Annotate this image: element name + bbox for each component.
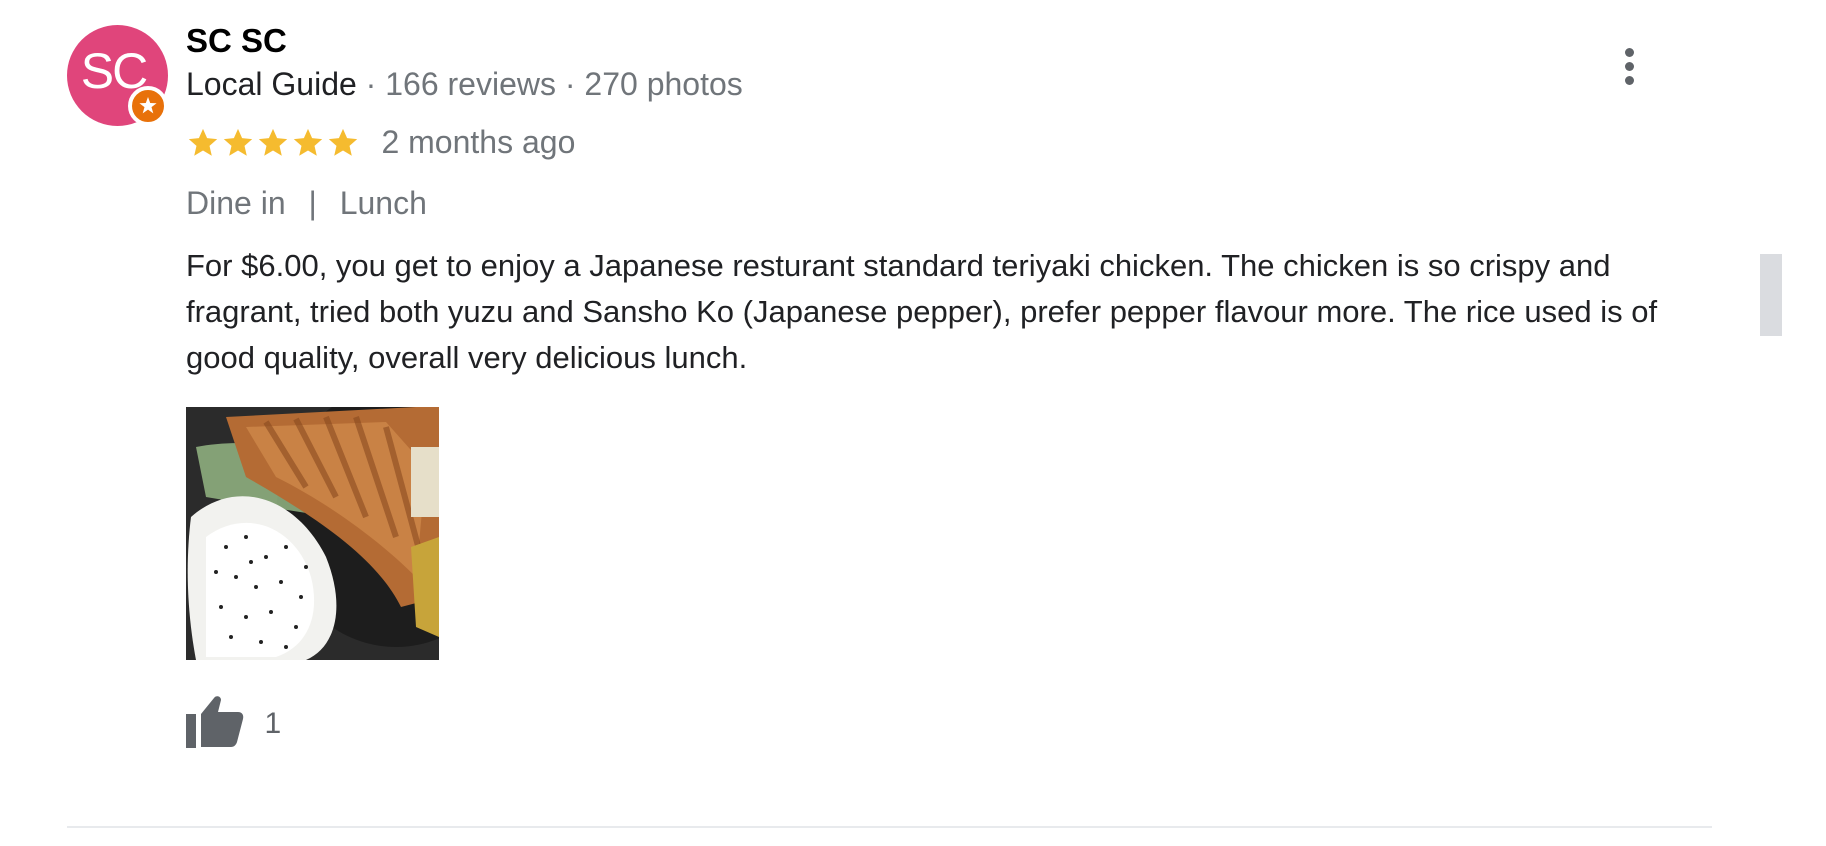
visit-tags: Dine in | Lunch [186,185,427,222]
review-text: For $6.00, you get to enjoy a Japanese r… [186,248,1658,375]
scrollbar-thumb[interactable] [1760,254,1782,336]
like-row: 1 [186,694,281,750]
like-count: 1 [264,706,282,740]
star-icon [293,128,323,156]
review-card: SC SC SC Local Guide · 166 reviews · 270… [0,0,1826,846]
meta-separator: · [564,66,576,102]
tag-dine-in: Dine in [186,185,286,221]
review-time: 2 months ago [381,124,576,160]
reviewer-photo-count: 270 photos [584,66,743,102]
more-vertical-icon-dot [1625,76,1634,85]
reviewer-level: Local Guide [186,66,357,102]
divider [67,826,1712,828]
star-icon [223,128,253,156]
more-vertical-icon [1625,48,1634,57]
thumbs-up-icon [186,696,244,748]
local-guide-badge-icon [128,86,168,126]
star-icon [188,128,218,156]
reviewer-review-count: 166 reviews [385,66,556,102]
tag-separator: | [308,185,317,221]
star-rating [186,126,361,160]
review-photo[interactable] [186,407,439,660]
tag-lunch: Lunch [339,185,427,221]
more-options-button[interactable] [1610,42,1650,90]
reviewer-name[interactable]: SC SC [186,22,287,60]
more-vertical-icon-dot [1625,62,1634,71]
reviewer-meta: Local Guide · 166 reviews · 270 photos [186,66,743,103]
star-icon [258,128,288,156]
like-button[interactable] [186,694,244,753]
meta-separator: · [365,66,377,102]
teriyaki-chicken-photo [186,407,439,660]
rating-row: 2 months ago [186,124,575,166]
star-icon [328,128,358,156]
